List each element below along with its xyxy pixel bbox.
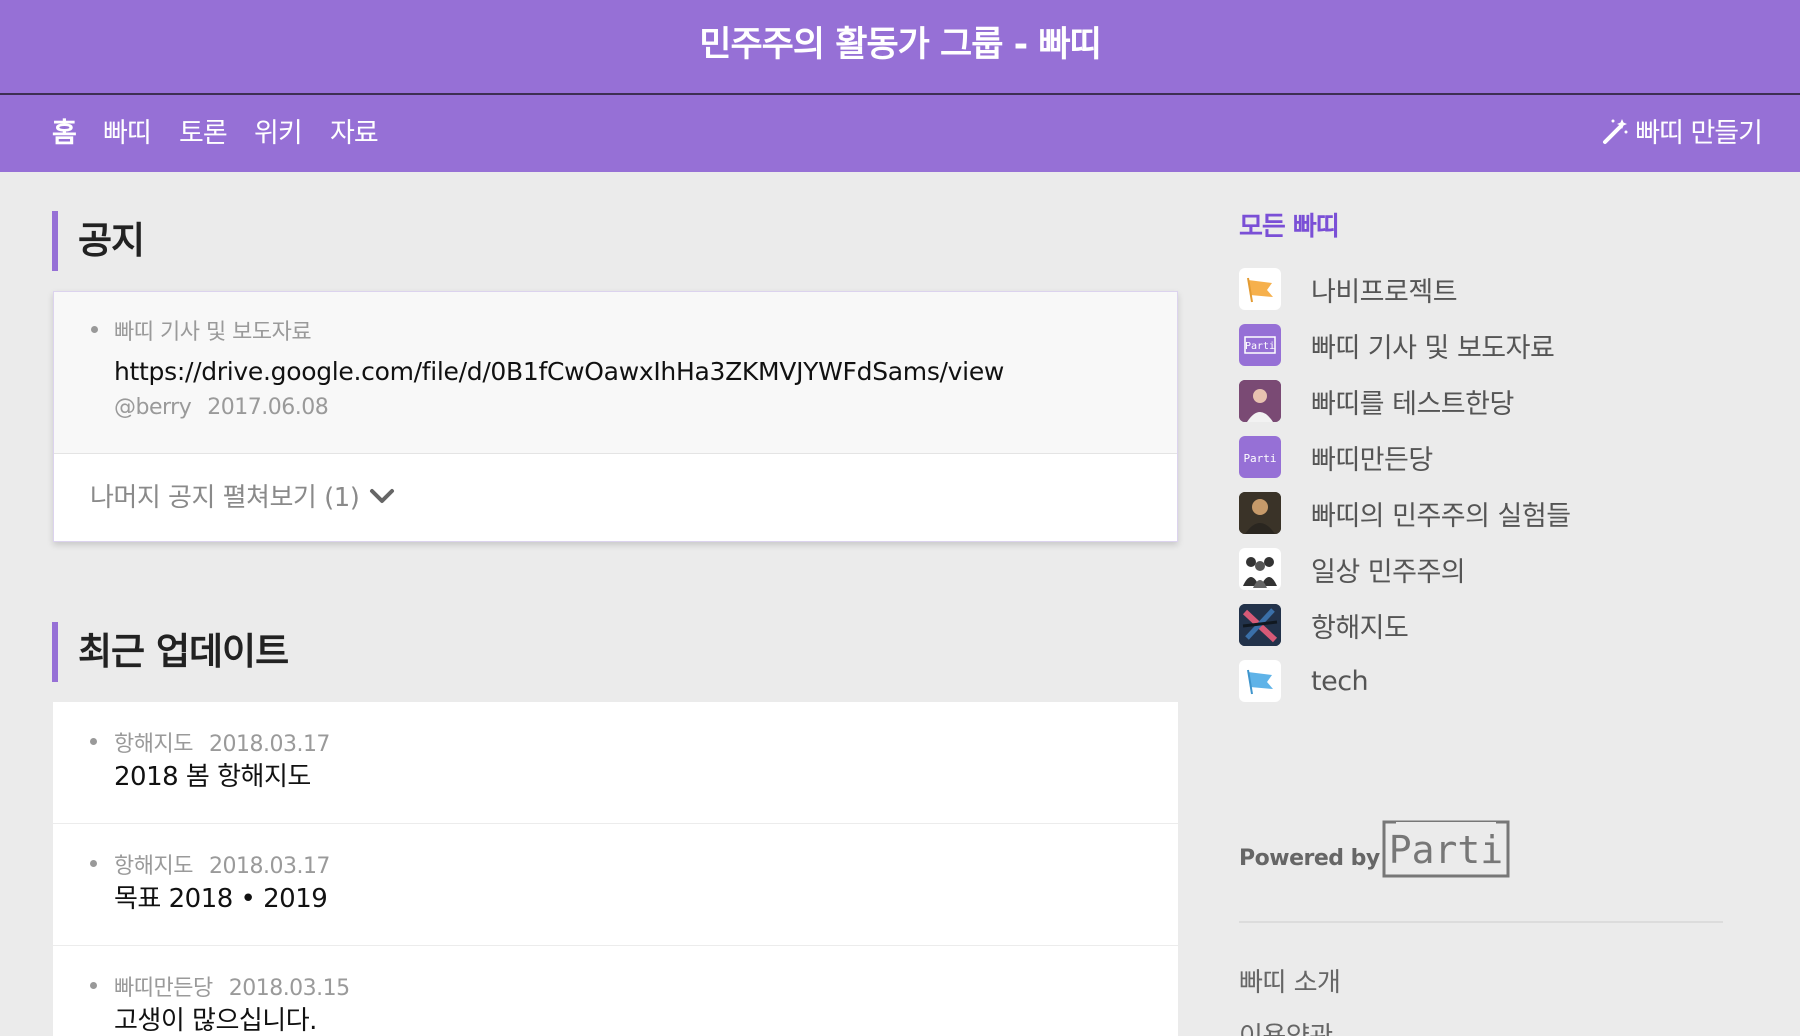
- powered-by-label: Powered by: [1239, 846, 1380, 871]
- update-date: 2018.03.17: [208, 732, 330, 757]
- bullet-dot: [90, 860, 97, 867]
- bullet-dot: [91, 326, 98, 333]
- update-date: 2018.03.15: [228, 976, 350, 1001]
- notice-heading: 공지: [52, 211, 145, 271]
- bullet-dot: [90, 982, 97, 989]
- update-item[interactable]: 항해지도 2018.03.17 2018 봄 항해지도: [53, 702, 1178, 824]
- update-meta: 빠띠만든당 2018.03.15: [114, 970, 350, 1002]
- sidebar-item-democracy-experiments[interactable]: 빠띠의 민주주의 실험들: [1239, 492, 1571, 534]
- notice-group[interactable]: 빠띠 기사 및 보도자료: [114, 314, 312, 346]
- magic-wand-icon: [1603, 118, 1628, 144]
- sidebar-divider: [1239, 921, 1723, 923]
- notice-author[interactable]: @berry: [114, 395, 192, 420]
- notice-meta: @berry 2017.06.08: [114, 395, 329, 420]
- flag-orange-icon: [1239, 268, 1281, 310]
- updates-heading: 최근 업데이트: [52, 622, 289, 682]
- nav-item-resources[interactable]: 자료: [330, 111, 379, 150]
- site-title[interactable]: 민주주의 활동가 그룹 - 빠띠: [0, 16, 1800, 67]
- person-photo-icon: [1239, 492, 1281, 534]
- parti-logo-icon: Parti: [1239, 324, 1281, 366]
- sidebar-item-label: 나비프로젝트: [1311, 276, 1458, 308]
- update-group[interactable]: 항해지도: [114, 732, 193, 757]
- person-photo-icon: [1239, 380, 1281, 422]
- flag-blue-icon: [1239, 660, 1281, 702]
- sidebar-item-parti-made[interactable]: Parti 빠띠만든당: [1239, 436, 1433, 478]
- update-date: 2018.03.17: [208, 854, 330, 879]
- sidebar-item-label: 빠띠를 테스트한당: [1311, 388, 1514, 420]
- parti-logo-text: Parti: [1243, 452, 1276, 465]
- main-nav: 홈 빠띠 토론 위키 자료 빠띠 만들기: [0, 95, 1800, 172]
- parti-logo-icon: Parti: [1239, 436, 1281, 478]
- sidebar-item-label: tech: [1311, 665, 1369, 697]
- sidebar-item-label: 항해지도: [1311, 612, 1409, 644]
- notice-date: 2017.06.08: [207, 395, 329, 420]
- sidebar-item-test-party[interactable]: 빠띠를 테스트한당: [1239, 380, 1514, 422]
- update-group[interactable]: 항해지도: [114, 854, 193, 879]
- parti-logo-text: Parti: [1389, 828, 1503, 872]
- sidebar-item-label: 빠띠만든당: [1311, 444, 1433, 476]
- nav-item-wiki[interactable]: 위키: [254, 111, 303, 150]
- bullet-dot: [90, 738, 97, 745]
- sidebar-item-label: 일상 민주주의: [1311, 556, 1466, 588]
- notice-item[interactable]: 빠띠 기사 및 보도자료 https://drive.google.com/fi…: [54, 292, 1177, 454]
- expand-notices-label: 나머지 공지 펼쳐보기 (1): [90, 483, 360, 513]
- notice-url-link[interactable]: https://drive.google.com/file/d/0B1fCwOa…: [114, 357, 1004, 386]
- parti-logo[interactable]: Parti: [1382, 820, 1510, 878]
- update-group[interactable]: 빠띠만든당: [114, 976, 213, 1001]
- update-title[interactable]: 2018 봄 항해지도: [114, 756, 311, 793]
- update-title[interactable]: 고생이 많으십니다.: [114, 1000, 317, 1036]
- sidebar-item-nabi-project[interactable]: 나비프로젝트: [1239, 268, 1458, 310]
- update-meta: 항해지도 2018.03.17: [114, 726, 330, 758]
- map-photo-icon: [1239, 604, 1281, 646]
- sidebar-item-press[interactable]: Parti 빠띠 기사 및 보도자료: [1239, 324, 1555, 366]
- update-item[interactable]: 항해지도 2018.03.17 목표 2018 • 2019: [53, 824, 1178, 946]
- terms-link[interactable]: 이용약관: [1239, 1016, 1333, 1036]
- about-parti-link[interactable]: 빠띠 소개: [1239, 962, 1341, 999]
- update-title[interactable]: 목표 2018 • 2019: [114, 878, 328, 915]
- site-header: 민주주의 활동가 그룹 - 빠띠: [0, 0, 1800, 95]
- make-party-button[interactable]: 빠띠 만들기: [1601, 111, 1763, 150]
- update-meta: 항해지도 2018.03.17: [114, 848, 330, 880]
- parti-logo-text: Parti: [1245, 341, 1275, 352]
- sidebar-item-tech[interactable]: tech: [1239, 660, 1369, 702]
- expand-notices-button[interactable]: 나머지 공지 펼쳐보기 (1): [90, 477, 395, 514]
- nav-item-home[interactable]: 홈: [52, 111, 77, 150]
- all-parties-heading[interactable]: 모든 빠띠: [1239, 206, 1340, 243]
- nav-item-discussion[interactable]: 토론: [179, 111, 228, 150]
- chevron-down-icon: [370, 488, 395, 503]
- people-photo-icon: [1239, 548, 1281, 590]
- updates-list: 항해지도 2018.03.17 2018 봄 항해지도 항해지도 2018.03.1…: [53, 702, 1178, 1036]
- update-item[interactable]: 빠띠만든당 2018.03.15 고생이 많으십니다.: [53, 946, 1178, 1036]
- sidebar-item-label: 빠띠의 민주주의 실험들: [1311, 500, 1571, 532]
- sidebar-item-label: 빠띠 기사 및 보도자료: [1311, 332, 1555, 364]
- sidebar-item-navigation-map[interactable]: 항해지도: [1239, 604, 1409, 646]
- notice-card: 빠띠 기사 및 보도자료 https://drive.google.com/fi…: [53, 291, 1178, 542]
- make-party-label: 빠띠 만들기: [1635, 118, 1763, 149]
- nav-item-parties[interactable]: 빠띠: [103, 111, 152, 150]
- sidebar-item-daily-democracy[interactable]: 일상 민주주의: [1239, 548, 1466, 590]
